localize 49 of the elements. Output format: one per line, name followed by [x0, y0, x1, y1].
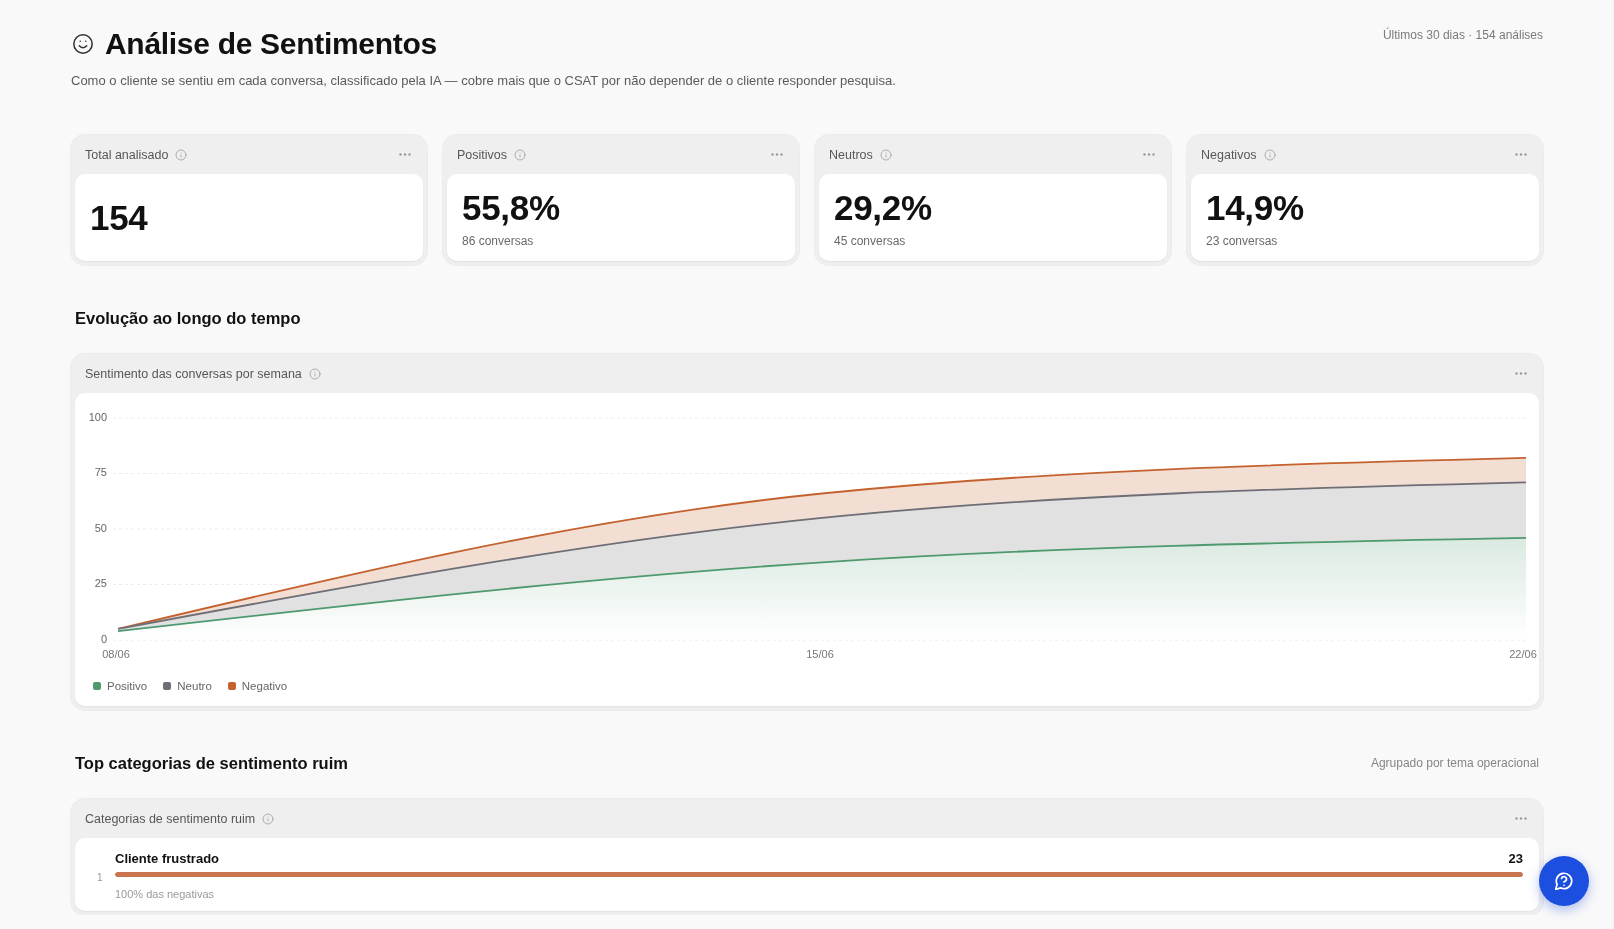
category-share: 100% das negativas — [115, 887, 216, 901]
legend-label: Neutro — [177, 680, 212, 692]
y-axis-label: 25 — [94, 577, 107, 590]
section-heading: Top categorias de sentimento ruim — [75, 753, 348, 774]
more-icon[interactable] — [1515, 817, 1527, 820]
x-axis-label: 22/06 — [1509, 647, 1537, 660]
kpi-value: 55,8% — [462, 187, 561, 228]
y-axis-label: 50 — [94, 521, 107, 534]
card-title: Neutros — [829, 147, 873, 162]
more-icon[interactable] — [399, 153, 411, 156]
card-title: Total analisado — [85, 147, 169, 162]
smile-icon — [72, 33, 94, 55]
card-title: Sentimento das conversas por semana — [85, 366, 302, 381]
info-icon — [1263, 148, 1276, 161]
help-icon — [1555, 872, 1573, 890]
kpi-detail: 23 conversas — [1206, 233, 1279, 248]
category-name: Cliente frustrado — [115, 850, 219, 866]
more-icon[interactable] — [1515, 372, 1527, 375]
y-axis-label: 100 — [88, 410, 107, 423]
info-icon — [308, 367, 321, 380]
y-axis-label: 0 — [100, 632, 107, 645]
page-title: Análise de Sentimentos — [105, 26, 437, 62]
x-axis-label: 15/06 — [806, 647, 834, 660]
kpi-detail: 45 conversas — [834, 233, 907, 248]
category-count: 23 — [1508, 850, 1523, 866]
section-note: Agrupado por tema operacional — [1370, 756, 1539, 770]
info-icon — [514, 148, 527, 161]
more-icon[interactable] — [1143, 153, 1155, 156]
more-icon[interactable] — [1515, 153, 1527, 156]
more-icon[interactable] — [771, 153, 783, 156]
section-heading: Evolução ao longo do tempo — [75, 308, 301, 329]
x-axis-label: 08/06 — [102, 647, 130, 660]
rank-number: 1 — [97, 872, 104, 883]
kpi-value: 29,2% — [834, 187, 933, 228]
info-icon — [262, 812, 275, 825]
y-axis-label: 75 — [94, 466, 107, 479]
card-title: Categorias de sentimento ruim — [85, 811, 256, 826]
card-title: Negativos — [1201, 147, 1257, 162]
info-icon — [879, 148, 892, 161]
info-icon — [175, 148, 188, 161]
kpi-value: 154 — [90, 197, 149, 238]
date-range-label: Últimos 30 dias · 154 análises — [1382, 27, 1543, 43]
help-button[interactable] — [1539, 856, 1589, 906]
kpi-value: 14,9% — [1206, 187, 1305, 228]
card-title: Positivos — [457, 147, 508, 162]
legend-label: Positivo — [107, 680, 148, 692]
legend-label: Negativo — [241, 680, 288, 692]
page-subtitle: Como o cliente se sentiu em cada conversa, classificado pela IA — cobre mais que o CSAT por não depender de o cliente responder pesquisa. — [71, 72, 896, 90]
kpi-detail: 86 conversas — [462, 233, 535, 248]
